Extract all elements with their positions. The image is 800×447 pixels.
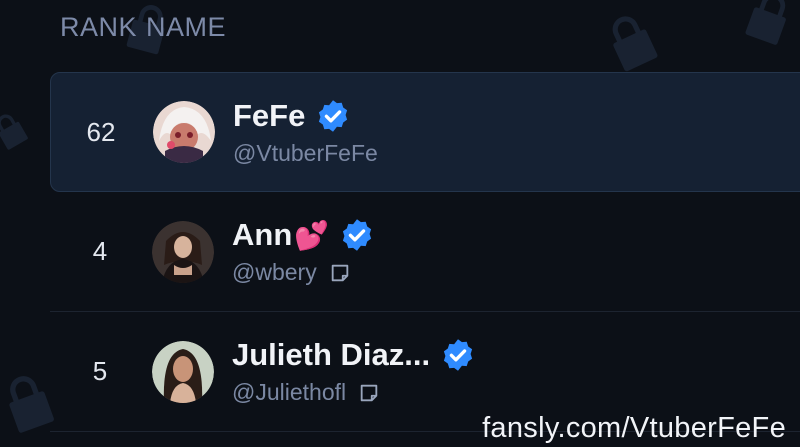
creator-name[interactable]: Julieth Diaz... xyxy=(232,337,430,373)
creator-handle[interactable]: @wbery xyxy=(232,259,317,286)
rank-number: 5 xyxy=(92,356,108,386)
table-header: RANK NAME xyxy=(60,12,226,43)
ranking-row[interactable]: 62 FeFe @VtuberFeFe xyxy=(50,72,800,192)
rank-column-header: RANK xyxy=(60,12,138,42)
creator-handle[interactable]: @VtuberFeFe xyxy=(233,140,378,167)
creator-ranking-list: 62 FeFe @VtuberFeFe 4 Ann 💕 @wbery 5 Jul… xyxy=(50,72,800,432)
ranking-row[interactable]: 4 Ann 💕 @wbery xyxy=(50,192,800,312)
background-lock-icon xyxy=(590,0,672,82)
creator-handle[interactable]: @Juliethofl xyxy=(232,379,346,406)
creator-name[interactable]: Ann xyxy=(232,217,292,253)
avatar[interactable] xyxy=(152,220,214,283)
avatar[interactable] xyxy=(153,101,215,163)
verified-badge-icon xyxy=(319,99,348,132)
note-icon[interactable] xyxy=(358,382,380,404)
verified-badge-icon xyxy=(444,339,473,371)
watermark-text: fansly.com/VtuberFeFe xyxy=(482,412,786,444)
avatar[interactable] xyxy=(152,340,214,403)
rank-number: 62 xyxy=(86,116,116,147)
rank-number: 4 xyxy=(92,236,108,266)
background-lock-icon xyxy=(732,0,800,54)
creator-name[interactable]: FeFe xyxy=(233,98,305,134)
background-lock-icon xyxy=(0,103,37,158)
name-column-header: NAME xyxy=(146,12,227,42)
two-hearts-emoji: 💕 xyxy=(294,219,330,251)
verified-badge-icon xyxy=(343,219,372,251)
note-icon[interactable] xyxy=(329,262,351,284)
